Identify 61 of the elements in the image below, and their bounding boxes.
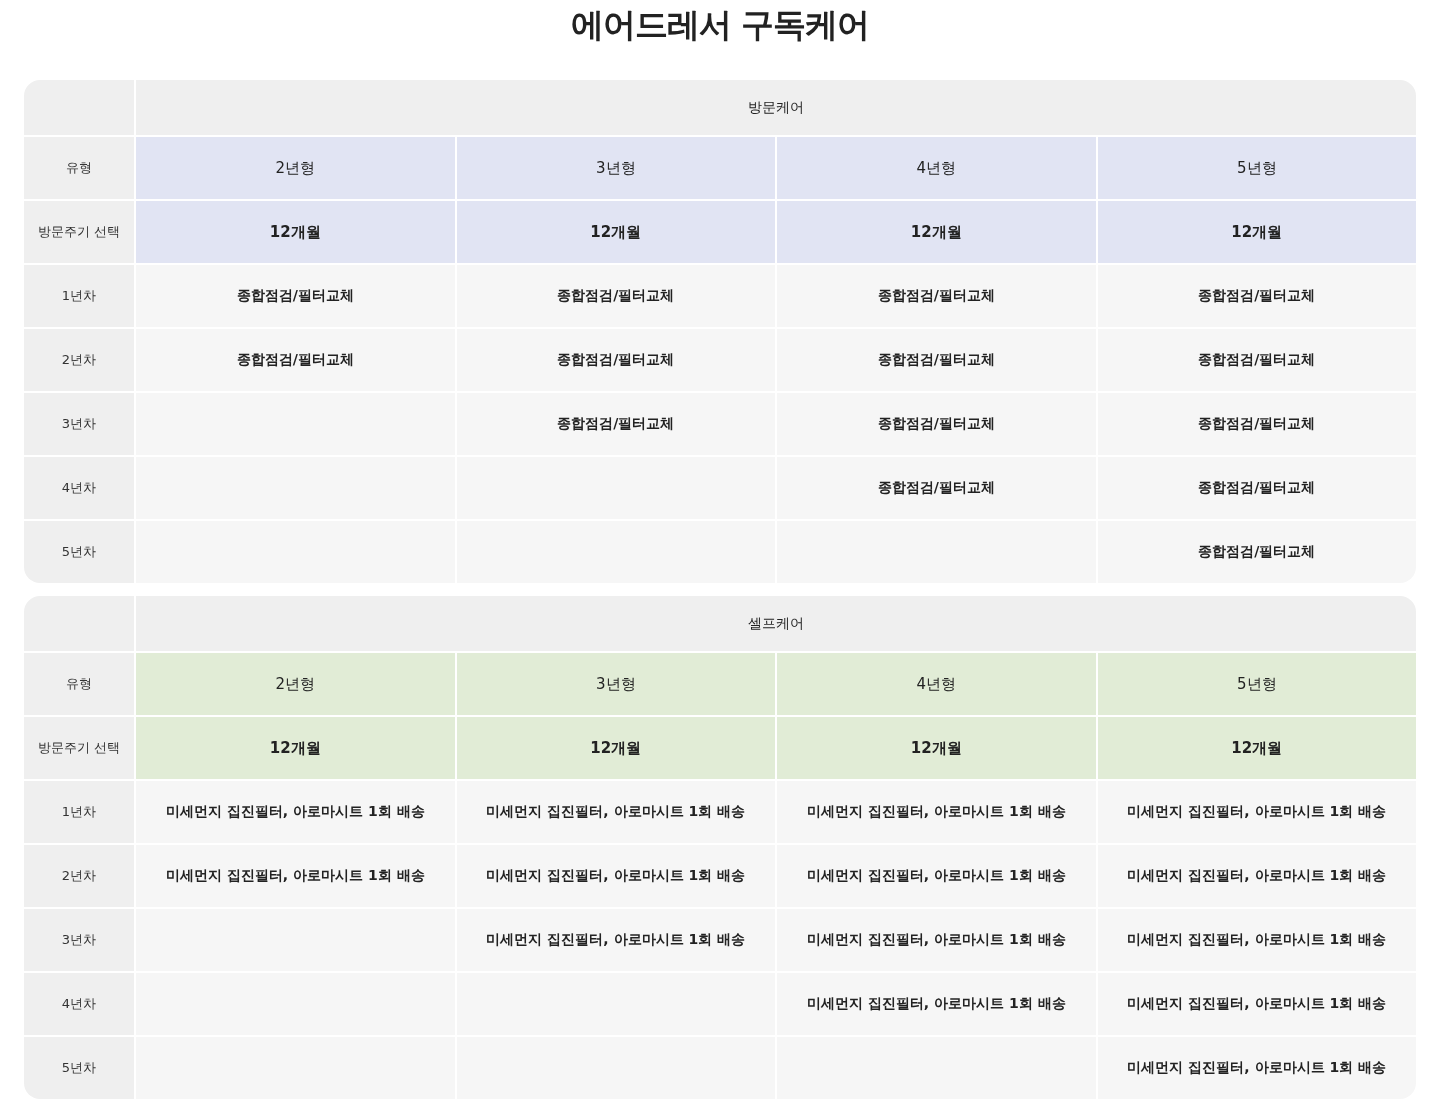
table-cell: 종합점검/필터교체 [456,265,775,327]
table-cell: 종합점검/필터교체 [777,457,1096,519]
table-cell: 미세먼지 집진필터, 아로마시트 1회 배송 [777,781,1096,843]
table-cell: 종합점검/필터교체 [1097,393,1416,455]
table-cell: 미세먼지 집진필터, 아로마시트 1회 배송 [136,781,455,843]
row-label: 3년차 [24,909,134,971]
table-cell: 종합점검/필터교체 [136,265,455,327]
row-label: 5년차 [24,1037,134,1099]
table-cell: 종합점검/필터교체 [1097,457,1416,519]
table-cell: 미세먼지 집진필터, 아로마시트 1회 배송 [1097,781,1416,843]
table-cell: 미세먼지 집진필터, 아로마시트 1회 배송 [777,845,1096,907]
table-cell: 미세먼지 집진필터, 아로마시트 1회 배송 [456,909,775,971]
row-label: 4년차 [24,457,134,519]
table-cell: 미세먼지 집진필터, 아로마시트 1회 배송 [456,845,775,907]
cycle-cell: 12개월 [136,201,455,263]
cycle-cell: 12개월 [1097,201,1416,263]
table-cell: 미세먼지 집진필터, 아로마시트 1회 배송 [777,909,1096,971]
plan-type-cell: 4년형 [777,653,1096,715]
page-title: 에어드레서 구독케어 [569,4,871,46]
row-label: 1년차 [24,781,134,843]
table-cell: 미세먼지 집진필터, 아로마시트 1회 배송 [777,973,1096,1035]
table-cell: 종합점검/필터교체 [777,393,1096,455]
row-label: 유형 [24,653,134,715]
cycle-cell: 12개월 [777,201,1096,263]
cycle-cell: 12개월 [456,717,775,779]
row-label: 4년차 [24,973,134,1035]
table-cell: 종합점검/필터교체 [1097,521,1416,583]
table-cell: 미세먼지 집진필터, 아로마시트 1회 배송 [1097,909,1416,971]
plan-type-cell: 5년형 [1097,653,1416,715]
row-label: 3년차 [24,393,134,455]
row-label: 유형 [24,137,134,199]
table-cell: 미세먼지 집진필터, 아로마시트 1회 배송 [1097,973,1416,1035]
plan-type-cell: 4년형 [777,137,1096,199]
plan-type-cell: 3년형 [456,137,775,199]
table-cell: 종합점검/필터교체 [136,329,455,391]
table-heading: 셀프케어 [136,596,1416,651]
table-cell: 종합점검/필터교체 [1097,329,1416,391]
row-label: 1년차 [24,265,134,327]
table-cell: 미세먼지 집진필터, 아로마시트 1회 배송 [1097,1037,1416,1099]
cycle-cell: 12개월 [1097,717,1416,779]
table-cell: 종합점검/필터교체 [456,329,775,391]
row-label: 2년차 [24,845,134,907]
table-cell: 종합점검/필터교체 [1097,265,1416,327]
row-label: 2년차 [24,329,134,391]
row-label: 5년차 [24,521,134,583]
cycle-cell: 12개월 [136,717,455,779]
cycle-cell: 12개월 [456,201,775,263]
table-heading: 방문케어 [136,80,1416,135]
table-cell: 미세먼지 집진필터, 아로마시트 1회 배송 [1097,845,1416,907]
table-cell: 미세먼지 집진필터, 아로마시트 1회 배송 [136,845,455,907]
cycle-cell: 12개월 [777,717,1096,779]
table-cell: 미세먼지 집진필터, 아로마시트 1회 배송 [456,781,775,843]
plan-type-cell: 5년형 [1097,137,1416,199]
plan-type-cell: 2년형 [136,653,455,715]
table-cell: 종합점검/필터교체 [777,265,1096,327]
table-cell: 종합점검/필터교체 [777,329,1096,391]
row-label: 방문주기 선택 [24,201,134,263]
plan-type-cell: 3년형 [456,653,775,715]
plan-type-cell: 2년형 [136,137,455,199]
row-label: 방문주기 선택 [24,717,134,779]
table-cell: 종합점검/필터교체 [456,393,775,455]
